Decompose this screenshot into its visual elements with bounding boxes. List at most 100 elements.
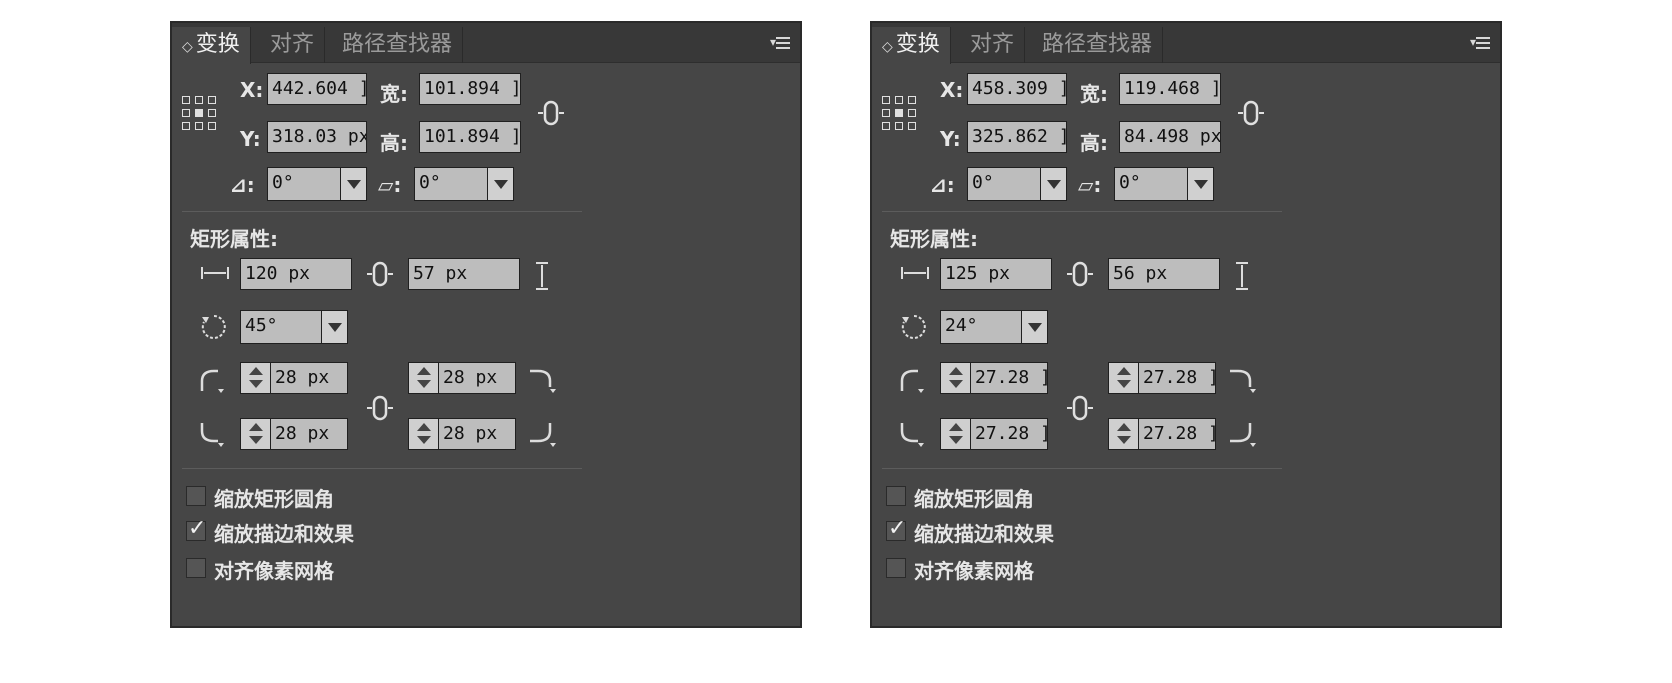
reference-point-icon[interactable]	[182, 96, 220, 134]
rotate-label: ⊿:	[930, 173, 955, 197]
tab-pathfinder[interactable]: 路径查找器	[1032, 27, 1164, 63]
corner-top-left-icon[interactable]	[198, 367, 226, 393]
corner-link-icon[interactable]	[365, 393, 395, 423]
corner-bottom-right-input[interactable]: 27.28 ]	[1108, 418, 1216, 450]
corner-bottom-right-input[interactable]: 28 px	[408, 418, 516, 450]
panel-menu-icon[interactable]: ▾	[760, 33, 790, 51]
x-label: X:	[940, 78, 964, 102]
y-label: Y:	[940, 127, 961, 151]
x-label: X:	[240, 78, 264, 102]
stepper-icon[interactable]	[241, 363, 271, 393]
y-label: Y:	[240, 127, 261, 151]
y-input[interactable]: 325.862 ]	[967, 121, 1067, 153]
scale-strokes-label: 缩放描边和效果	[914, 522, 1054, 546]
align-pixel-grid-checkbox[interactable]	[886, 558, 906, 578]
divider	[182, 211, 582, 212]
rect-width-input[interactable]: 125 px	[940, 258, 1052, 290]
corner-top-left-input[interactable]: 28 px	[240, 362, 348, 394]
x-input[interactable]: 442.604 ]	[267, 73, 367, 105]
link-icon[interactable]	[365, 259, 395, 289]
height-label: 高:	[1080, 131, 1108, 155]
rect-height-input[interactable]: 56 px	[1108, 258, 1220, 290]
rotate-angle-icon	[901, 315, 926, 339]
corner-top-right-input[interactable]: 28 px	[408, 362, 516, 394]
chevron-down-icon[interactable]	[487, 168, 513, 200]
width-label: 宽:	[1080, 82, 1108, 106]
chevron-down-icon[interactable]	[1040, 168, 1066, 200]
chevron-down-icon[interactable]	[321, 311, 347, 343]
align-pixel-grid-label: 对齐像素网格	[914, 559, 1034, 583]
chevron-down-icon[interactable]	[340, 168, 366, 200]
rect-width-icon	[201, 267, 229, 279]
scale-strokes-checkbox[interactable]: ✓	[186, 516, 206, 541]
align-pixel-grid-label: 对齐像素网格	[214, 559, 334, 583]
scale-strokes-checkbox[interactable]: ✓	[886, 516, 906, 541]
x-input[interactable]: 458.309 ]	[967, 73, 1067, 105]
corner-top-right-icon[interactable]	[528, 367, 556, 393]
link-icon[interactable]	[1065, 259, 1095, 289]
corner-bottom-right-icon[interactable]	[528, 421, 556, 447]
corner-bottom-left-icon[interactable]	[198, 421, 226, 447]
transform-panel-right: ◇ 变换 对齐 路径查找器 ▾ X: 458.309 ] 宽: 119.468 ]…	[870, 21, 1502, 628]
angle-dropdown[interactable]: 24°	[940, 310, 1048, 344]
angle-dropdown[interactable]: 45°	[240, 310, 348, 344]
y-input[interactable]: 318.03 px	[267, 121, 367, 153]
transform-panel-left: ◇ 变换 对齐 路径查找器 ▾ X: 442.604 ] 宽: 101.894 ]…	[170, 21, 802, 628]
scale-corners-checkbox[interactable]	[886, 486, 906, 506]
corner-top-right-icon[interactable]	[1228, 367, 1256, 393]
tab-collapse-icon[interactable]: ◇	[882, 39, 893, 55]
constrain-proportions-icon[interactable]	[1236, 98, 1266, 128]
stepper-icon[interactable]	[409, 363, 439, 393]
panel-tabbar: ◇ 变换 对齐 路径查找器 ▾	[172, 23, 800, 64]
corner-top-left-icon[interactable]	[898, 367, 926, 393]
corner-bottom-left-input[interactable]: 28 px	[240, 418, 348, 450]
tab-align[interactable]: 对齐	[960, 27, 1026, 63]
rect-height-input[interactable]: 57 px	[408, 258, 520, 290]
tab-transform[interactable]: ◇ 变换	[172, 27, 251, 64]
width-input[interactable]: 101.894 ]	[419, 73, 521, 105]
tab-collapse-icon[interactable]: ◇	[182, 39, 193, 55]
stepper-icon[interactable]	[409, 419, 439, 449]
shear-dropdown[interactable]: 0°	[1114, 167, 1214, 201]
rect-height-icon	[536, 262, 548, 290]
width-input[interactable]: 119.468 ]	[1119, 73, 1221, 105]
tab-transform[interactable]: ◇ 变换	[872, 27, 951, 64]
height-input[interactable]: 101.894 ]	[419, 121, 521, 153]
rect-height-icon	[1236, 262, 1248, 290]
corner-link-icon[interactable]	[1065, 393, 1095, 423]
shear-dropdown[interactable]: 0°	[414, 167, 514, 201]
scale-corners-checkbox[interactable]	[186, 486, 206, 506]
constrain-proportions-icon[interactable]	[536, 98, 566, 128]
stepper-icon[interactable]	[1109, 419, 1139, 449]
corner-top-right-input[interactable]: 27.28 ]	[1108, 362, 1216, 394]
rotate-dropdown[interactable]: 0°	[967, 167, 1067, 201]
rect-width-input[interactable]: 120 px	[240, 258, 352, 290]
corner-bottom-left-icon[interactable]	[898, 421, 926, 447]
stepper-icon[interactable]	[1109, 363, 1139, 393]
corner-bottom-right-icon[interactable]	[1228, 421, 1256, 447]
reference-point-icon[interactable]	[882, 96, 920, 134]
align-pixel-grid-checkbox[interactable]	[186, 558, 206, 578]
rotate-dropdown[interactable]: 0°	[267, 167, 367, 201]
shear-label: ▱:	[1078, 173, 1102, 197]
panel-menu-icon[interactable]: ▾	[1460, 33, 1490, 51]
corner-bottom-left-input[interactable]: 27.28 ]	[940, 418, 1048, 450]
tab-pathfinder[interactable]: 路径查找器	[332, 27, 464, 63]
checkmark-icon: ✓	[888, 516, 907, 541]
divider	[882, 211, 1282, 212]
rotate-label: ⊿:	[230, 173, 255, 197]
rotate-angle-icon	[201, 315, 226, 339]
divider	[182, 468, 582, 469]
corner-top-left-input[interactable]: 27.28 ]	[940, 362, 1048, 394]
height-input[interactable]: 84.498 px	[1119, 121, 1221, 153]
stepper-icon[interactable]	[941, 363, 971, 393]
chevron-down-icon[interactable]	[1021, 311, 1047, 343]
scale-strokes-label: 缩放描边和效果	[214, 522, 354, 546]
stepper-icon[interactable]	[241, 419, 271, 449]
rect-properties-title: 矩形属性:	[890, 227, 978, 251]
chevron-down-icon[interactable]	[1187, 168, 1213, 200]
panel-tabbar: ◇ 变换 对齐 路径查找器 ▾	[872, 23, 1500, 64]
tab-align[interactable]: 对齐	[260, 27, 326, 63]
scale-corners-label: 缩放矩形圆角	[214, 487, 334, 511]
stepper-icon[interactable]	[941, 419, 971, 449]
